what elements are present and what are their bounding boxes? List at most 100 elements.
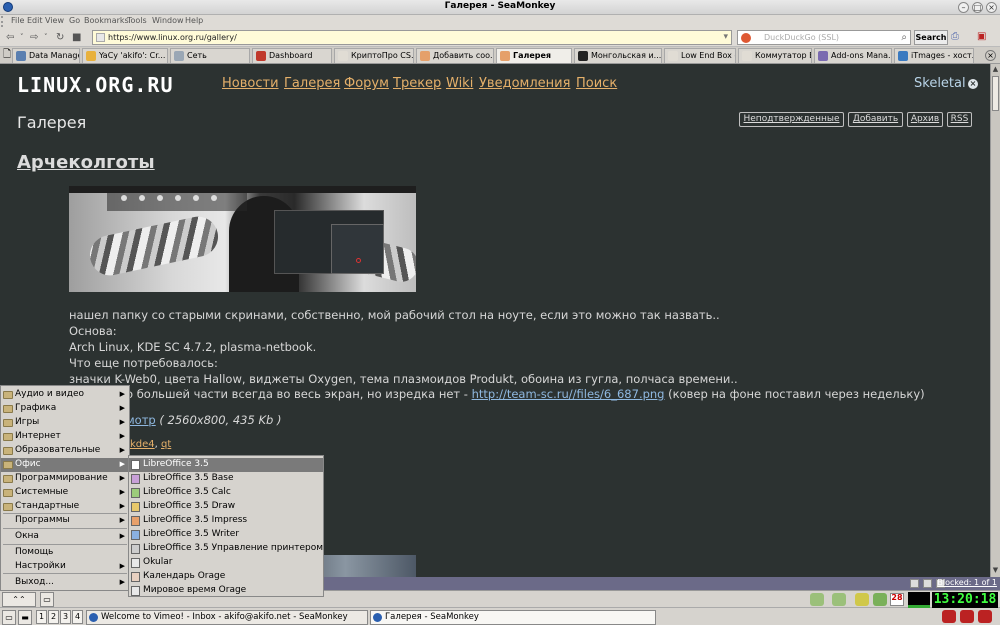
menu-edit[interactable]: Edit <box>27 16 43 25</box>
start-menu-item[interactable]: Настройки ▶ <box>1 560 129 574</box>
office-menu-item[interactable]: LibreOffice 3.5 Draw <box>129 500 323 514</box>
start-menu-item[interactable]: Выход... ▶ <box>1 576 129 590</box>
network-icon[interactable] <box>910 579 919 588</box>
url-text[interactable]: https://www.linux.org.ru/gallery/ <box>108 33 237 42</box>
tab-4[interactable]: Dashboard <box>252 48 332 63</box>
nav-notifications[interactable]: Уведомления <box>479 76 570 91</box>
search-placeholder[interactable]: DuckDuckGo (SSL) <box>764 33 839 42</box>
menu-bookmarks[interactable]: Bookmarks <box>84 16 129 25</box>
start-menu-item[interactable]: Интернет ▶ <box>1 430 129 444</box>
tab-8[interactable]: Монгольская и... <box>574 48 662 63</box>
search-box[interactable]: DuckDuckGo (SSL) ⌕ <box>737 30 911 45</box>
office-menu-item[interactable]: LibreOffice 3.5 Управление принтером <box>129 542 323 556</box>
app-tray-icon-1[interactable] <box>942 610 956 623</box>
desktop-4[interactable]: 4 <box>72 610 83 624</box>
android-tray-icon[interactable] <box>873 593 887 606</box>
iconify-icon[interactable]: ▬ <box>18 610 32 625</box>
tab-12[interactable]: iTmages - хост... <box>894 48 974 63</box>
start-menu-item[interactable]: Образовательные ▶ <box>1 444 129 458</box>
office-menu-item[interactable]: LibreOffice 3.5 Impress <box>129 514 323 528</box>
tab-10[interactable]: Коммутатор Б... <box>738 48 812 63</box>
desktop-3[interactable]: 3 <box>60 610 71 624</box>
menu-view[interactable]: View <box>45 16 64 25</box>
window-titlebar[interactable]: Галерея - SeaMonkey – □ × <box>0 0 1000 15</box>
cpu-graph[interactable] <box>908 592 930 608</box>
start-menu-button[interactable]: ⌃⌃ <box>2 592 36 607</box>
office-menu-item[interactable]: LibreOffice 3.5 Base <box>129 472 323 486</box>
close-tab-button[interactable]: × <box>985 50 996 61</box>
office-menu-item[interactable]: LibreOffice 3.5 Writer <box>129 528 323 542</box>
office-menu-item[interactable]: Календарь Orage <box>129 570 323 584</box>
office-menu-item[interactable]: LibreOffice 3.5 Calc <box>129 486 323 500</box>
start-menu-item[interactable]: Аудио и видео ▶ <box>1 388 129 402</box>
start-menu-item[interactable]: Офис ▶ <box>1 458 129 472</box>
tab-3[interactable]: Сеть <box>170 48 250 63</box>
print-icon[interactable]: ⎙ <box>951 31 959 43</box>
tab-11[interactable]: Add-ons Mana... <box>814 48 892 63</box>
app-tray-icon-2[interactable] <box>960 610 974 623</box>
url-dropdown-icon[interactable]: ▾ <box>723 32 728 42</box>
office-menu-item[interactable]: Мировое время Orage <box>129 584 323 598</box>
logout-icon[interactable]: × <box>968 79 978 89</box>
post-title[interactable]: Арчеколготы <box>17 152 155 173</box>
addon-icon[interactable]: ▣ <box>977 31 986 43</box>
magnifier-icon[interactable]: ⌕ <box>901 32 907 43</box>
nav-gallery[interactable]: Галерея <box>284 76 340 91</box>
network-tray-icon[interactable] <box>810 593 824 606</box>
forward-dropdown-icon[interactable]: ˅ <box>44 31 48 44</box>
unconfirmed-button[interactable]: Неподтвержденные <box>739 112 844 127</box>
tab-2[interactable]: YaCy 'akifo': Cr... <box>82 48 168 63</box>
close-button[interactable]: × <box>986 2 997 13</box>
start-menu-item[interactable]: Графика ▶ <box>1 402 129 416</box>
nav-forum[interactable]: Форум <box>344 76 389 91</box>
forward-button[interactable]: ⇨ <box>30 31 38 44</box>
start-menu-item[interactable]: Программы ▶ <box>1 514 129 528</box>
back-button[interactable]: ⇦ <box>6 31 14 44</box>
security-icon[interactable] <box>923 579 932 588</box>
vertical-scrollbar[interactable]: ▲ ▼ <box>990 64 1000 577</box>
nav-search[interactable]: Поиск <box>576 76 617 91</box>
site-logo[interactable]: LINUX.ORG.RU <box>17 73 174 97</box>
maximize-button[interactable]: □ <box>972 2 983 13</box>
screenshot-image[interactable] <box>69 186 416 292</box>
archive-button[interactable]: Архив <box>907 112 943 127</box>
tab-7[interactable]: Галерея <box>496 48 572 63</box>
tab-1[interactable]: Data Manager <box>12 48 80 63</box>
task-gallery[interactable]: Галерея - SeaMonkey <box>370 610 656 625</box>
nav-news[interactable]: Новости <box>222 76 279 91</box>
rss-button[interactable]: RSS <box>947 112 972 127</box>
blocked-count[interactable]: Blocked: 1 of 1 <box>937 578 997 587</box>
tab-9[interactable]: Low End Box - ... <box>664 48 736 63</box>
clock[interactable]: 13:20:18 <box>932 592 998 608</box>
toolbar-grip[interactable] <box>1 16 7 27</box>
tag-kde4[interactable]: kde4 <box>130 439 155 450</box>
scroll-thumb[interactable] <box>992 76 999 111</box>
scroll-up-icon[interactable]: ▲ <box>991 65 1000 73</box>
start-menu-item[interactable]: Стандартные ▶ <box>1 500 129 514</box>
reload-button[interactable]: ↻ <box>56 31 64 44</box>
menu-file[interactable]: File <box>11 16 24 25</box>
url-bar[interactable]: https://www.linux.org.ru/gallery/ ▾ <box>92 30 732 45</box>
updates-tray-icon[interactable] <box>855 593 869 606</box>
stop-button[interactable]: ■ <box>72 31 81 44</box>
window-list-icon[interactable]: ▭ <box>2 610 16 625</box>
app-tray-icon-3[interactable] <box>978 610 992 623</box>
office-menu-item[interactable]: LibreOffice 3.5 <box>129 458 323 472</box>
calendar-icon[interactable]: 28 <box>890 593 904 606</box>
tab-6[interactable]: Добавить соо... <box>416 48 494 63</box>
back-dropdown-icon[interactable]: ˅ <box>20 31 24 44</box>
start-menu-item[interactable]: Окна ▶ <box>1 530 129 544</box>
nav-tracker[interactable]: Трекер <box>393 76 441 91</box>
task-mail[interactable]: Welcome to Vimeo! - Inbox - akifo@akifo.… <box>86 610 368 625</box>
network-tray-icon-2[interactable] <box>832 593 846 606</box>
menu-window[interactable]: Window <box>152 16 184 25</box>
scroll-down-icon[interactable]: ▼ <box>991 566 1000 574</box>
site-identity-icon[interactable] <box>96 33 105 42</box>
add-button[interactable]: Добавить <box>848 112 903 127</box>
minimize-button[interactable]: – <box>958 2 969 13</box>
start-menu-item[interactable]: Помощь <box>1 546 129 560</box>
username-link[interactable]: Skeletal <box>914 76 966 91</box>
tag-qt[interactable]: qt <box>161 439 171 450</box>
start-menu-item[interactable]: Программирование ▶ <box>1 472 129 486</box>
desktop-2[interactable]: 2 <box>48 610 59 624</box>
